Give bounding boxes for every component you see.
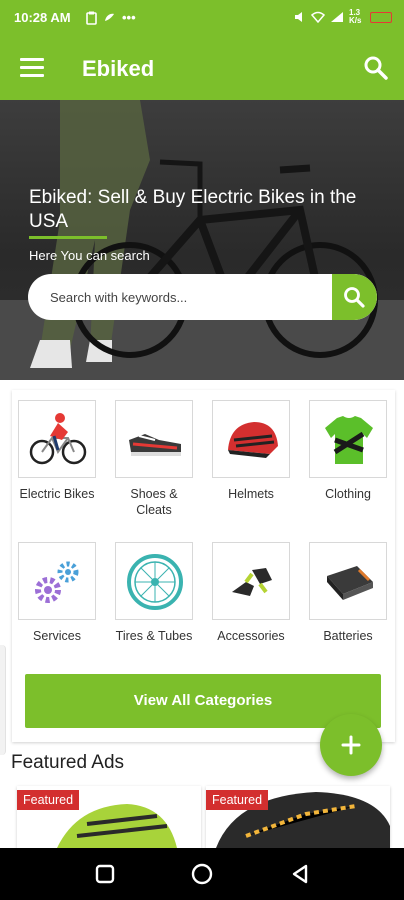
category-label: Tires & Tubes: [115, 629, 193, 643]
category-label: Shoes & Cleats: [130, 487, 178, 517]
hero-subtitle: Here You can search: [29, 248, 150, 263]
status-bar: 10:28 AM ••• 1.3 K/s: [0, 0, 404, 36]
category-thumbnail: [309, 542, 387, 620]
search-submit-button[interactable]: [332, 274, 377, 320]
wifi-icon: [311, 11, 325, 23]
add-ad-fab[interactable]: [320, 714, 382, 776]
category-label: Electric Bikes: [19, 487, 95, 501]
category-thumbnail: [18, 542, 96, 620]
plus-icon: [341, 735, 361, 755]
home-button[interactable]: [190, 862, 214, 886]
search-input[interactable]: [28, 274, 333, 320]
gears-icon: [35, 561, 79, 603]
battery-icon: [327, 566, 373, 600]
category-thumbnail: [212, 542, 290, 620]
helmet-icon: [228, 422, 278, 458]
category-tires-tubes[interactable]: Tires & Tubes: [114, 542, 194, 644]
featured-badge: Featured: [17, 790, 80, 810]
status-left-icons: •••: [86, 10, 136, 25]
hero-bike-image: [30, 100, 378, 368]
electric-bike-icon: [29, 413, 87, 465]
category-clothing[interactable]: Clothing: [308, 400, 388, 502]
category-accessories[interactable]: Accessories: [211, 542, 291, 644]
app-bar: Ebiked: [0, 40, 404, 96]
status-time: 10:28 AM: [14, 10, 71, 25]
category-services[interactable]: Services: [17, 542, 97, 644]
category-electric-bikes[interactable]: Electric Bikes: [17, 400, 97, 502]
search-button[interactable]: [362, 54, 390, 82]
status-right-icons: 1.3 K/s: [294, 9, 392, 25]
battery-icon: [370, 11, 392, 23]
menu-button[interactable]: [20, 58, 44, 78]
circle-icon: [191, 863, 213, 885]
mute-icon: [295, 12, 302, 22]
app-notification-icon: [105, 13, 114, 21]
network-speed: 1.3 K/s: [349, 8, 362, 25]
category-label: Accessories: [217, 629, 285, 643]
hero-title: Ebiked: Sell & Buy Electric Bikes in the…: [29, 187, 357, 232]
hero-search-box: [28, 274, 377, 320]
category-thumbnail: [309, 400, 387, 478]
category-label: Clothing: [325, 487, 371, 501]
category-shoes-cleats[interactable]: Shoes & Cleats: [114, 400, 194, 518]
app-title: Ebiked: [82, 56, 155, 81]
category-thumbnail: [18, 400, 96, 478]
shoe-icon: [129, 434, 181, 456]
category-thumbnail: [212, 400, 290, 478]
drawer-handle[interactable]: [0, 645, 6, 755]
category-thumbnail: [115, 400, 193, 478]
back-triangle-icon: [292, 864, 308, 884]
featured-badge: Featured: [206, 790, 269, 810]
hero-banner: Ebiked: Sell & Buy Electric Bikes in the…: [0, 100, 404, 380]
category-batteries[interactable]: Batteries: [308, 542, 388, 644]
categories-panel: Electric Bikes Shoes & Cleats Helmets Cl…: [12, 390, 395, 742]
category-label: Batteries: [323, 629, 373, 643]
jersey-icon: [325, 416, 373, 464]
top-bar: 10:28 AM ••• 1.3 K/s Ebiked: [0, 0, 404, 100]
search-icon: [364, 56, 388, 80]
signal-icon: [331, 12, 343, 22]
featured-ad-card[interactable]: Featured: [206, 786, 390, 848]
featured-ad-card[interactable]: Featured: [17, 786, 201, 848]
more-notifications-icon: •••: [122, 10, 136, 25]
category-helmets[interactable]: Helmets: [211, 400, 291, 502]
menu-icon: [20, 58, 44, 61]
category-label: Services: [33, 629, 81, 643]
system-nav-bar: [0, 848, 404, 900]
category-thumbnail: [115, 542, 193, 620]
title-underline: [29, 236, 107, 239]
recent-apps-button[interactable]: [93, 862, 117, 886]
search-icon: [344, 287, 365, 308]
featured-ads-heading: Featured Ads: [11, 752, 125, 773]
clipboard-icon: [86, 11, 97, 25]
tire-icon: [127, 554, 183, 610]
back-button[interactable]: [288, 862, 312, 886]
square-icon: [95, 864, 115, 884]
category-label: Helmets: [228, 487, 274, 501]
bike-accessory-icon: [232, 568, 272, 596]
